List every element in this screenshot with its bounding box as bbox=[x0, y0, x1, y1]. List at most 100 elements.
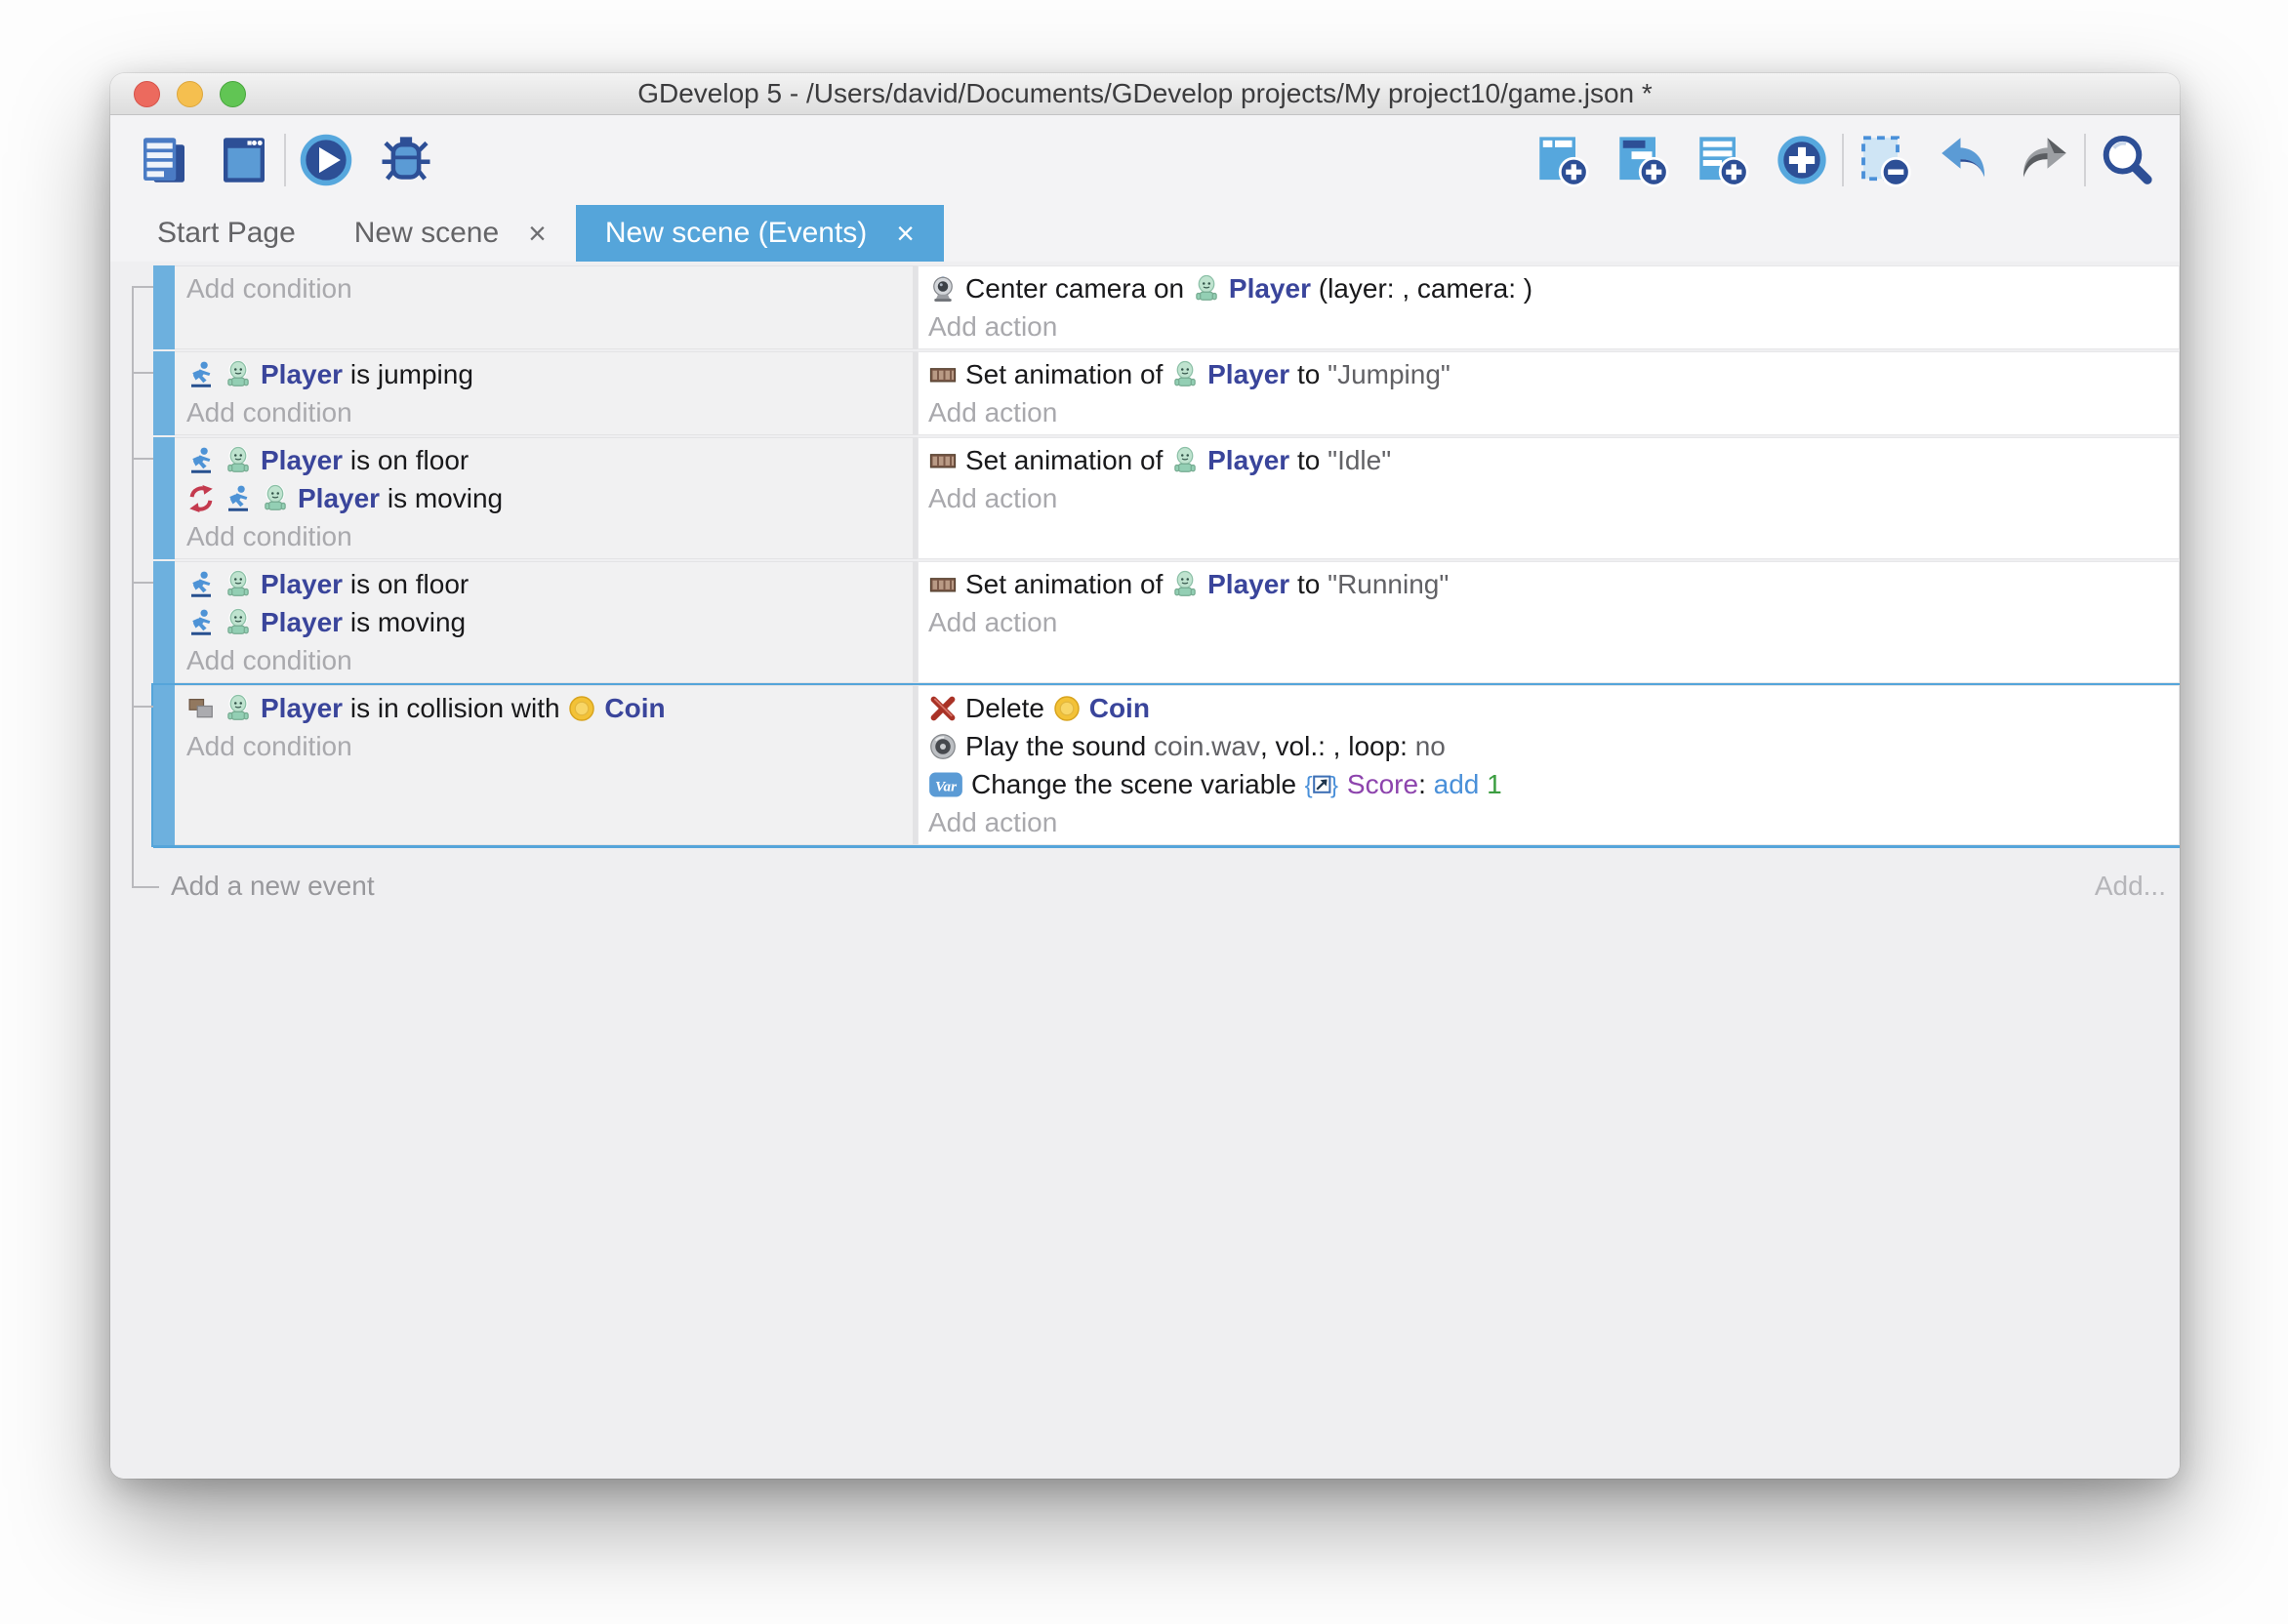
event-row[interactable]: Player is on floorPlayer is movingAdd co… bbox=[153, 561, 2180, 683]
instruction-text: to bbox=[1289, 565, 1328, 603]
instruction-text: Player bbox=[261, 689, 343, 727]
add-comment-button[interactable] bbox=[1694, 132, 1750, 188]
condition-line[interactable]: Player is on floor bbox=[186, 565, 905, 603]
player-icon bbox=[1170, 446, 1200, 475]
add-condition-button[interactable]: Add condition bbox=[186, 393, 905, 431]
action-line[interactable]: Center camera on Player (layer: , camera… bbox=[928, 269, 2171, 307]
undo-button[interactable] bbox=[1936, 132, 1992, 188]
add-condition-button[interactable]: Add condition bbox=[186, 727, 905, 765]
action-line[interactable]: VarChange the scene variable {}Score: ad… bbox=[928, 765, 2171, 803]
event-tree-line bbox=[132, 706, 153, 708]
preview-play-button[interactable] bbox=[298, 132, 354, 188]
instruction-text: Change the scene variable bbox=[971, 765, 1304, 803]
instruction-text: coin.wav bbox=[1154, 727, 1260, 765]
add-new-event-button[interactable]: Add a new event bbox=[171, 871, 375, 902]
collision-icon bbox=[186, 694, 216, 723]
toolbar-group bbox=[1856, 132, 2072, 188]
add-sub-event-button[interactable] bbox=[1614, 132, 1670, 188]
toolbar-group bbox=[1533, 132, 1830, 188]
player-icon bbox=[224, 570, 253, 599]
instruction-text: (layer: , camera: ) bbox=[1311, 269, 1532, 307]
action-line[interactable]: Set animation of Player to "Jumping" bbox=[928, 355, 2171, 393]
window-title: GDevelop 5 - /Users/david/Documents/GDev… bbox=[110, 78, 2180, 109]
action-line[interactable]: Delete Coin bbox=[928, 689, 2171, 727]
instruction-text: Set animation of bbox=[965, 441, 1170, 479]
instruction-text: Player bbox=[261, 565, 343, 603]
event-row[interactable]: Player is in collision with CoinAdd cond… bbox=[153, 685, 2180, 845]
event-drag-handle[interactable] bbox=[153, 437, 175, 559]
instruction-text: add bbox=[1434, 765, 1488, 803]
player-icon bbox=[1170, 360, 1200, 389]
event-row[interactable]: Player is jumpingAdd condition Set animat… bbox=[153, 351, 2180, 435]
player-icon bbox=[224, 446, 253, 475]
condition-line[interactable]: Player is jumping bbox=[186, 355, 905, 393]
coin-icon bbox=[1052, 694, 1082, 723]
add-action-button[interactable]: Add action bbox=[928, 479, 2171, 517]
add-condition-button[interactable]: Add condition bbox=[186, 641, 905, 679]
player-icon bbox=[1192, 274, 1221, 304]
add-event-button[interactable] bbox=[1533, 132, 1590, 188]
instruction-text: Player bbox=[261, 603, 343, 641]
event-row[interactable]: Add condition Center camera on Player (la… bbox=[153, 265, 2180, 349]
instruction-text: is on floor bbox=[343, 565, 469, 603]
condition-line[interactable]: Player is moving bbox=[186, 479, 905, 517]
add-action-button[interactable]: Add action bbox=[928, 803, 2171, 841]
event-drag-handle[interactable] bbox=[153, 561, 175, 683]
condition-line[interactable]: Player is on floor bbox=[186, 441, 905, 479]
player-icon bbox=[261, 484, 290, 513]
instruction-text: to bbox=[1289, 355, 1328, 393]
action-line[interactable]: Play the sound coin.wav, vol.: , loop: n… bbox=[928, 727, 2171, 765]
add-action-button[interactable]: Add action bbox=[928, 393, 2171, 431]
add-action-button[interactable]: Add action bbox=[928, 307, 2171, 345]
title-bar: GDevelop 5 - /Users/david/Documents/GDev… bbox=[110, 73, 2180, 115]
instruction-text: is in collision with bbox=[343, 689, 567, 727]
main-toolbar bbox=[110, 115, 2180, 205]
action-line[interactable]: Set animation of Player to "Running" bbox=[928, 565, 2171, 603]
scene-variable-icon: {} bbox=[1304, 770, 1339, 799]
conditions-cell: Player is in collision with CoinAdd cond… bbox=[175, 685, 914, 845]
add-action-button[interactable]: Add action bbox=[928, 603, 2171, 641]
instruction-text: Set animation of bbox=[965, 565, 1170, 603]
delete-icon bbox=[928, 694, 958, 723]
instruction-text: Player bbox=[261, 355, 343, 393]
add-condition-button[interactable]: Add condition bbox=[186, 269, 905, 307]
conditions-cell: Player is on floorPlayer is movingAdd co… bbox=[175, 437, 914, 559]
instruction-text: Player bbox=[298, 479, 380, 517]
add-condition-button[interactable]: Add condition bbox=[186, 517, 905, 555]
action-line[interactable]: Set animation of Player to "Idle" bbox=[928, 441, 2171, 479]
project-manager-button[interactable] bbox=[136, 132, 192, 188]
add-more-button[interactable]: Add... bbox=[2095, 871, 2166, 902]
toolbar-group bbox=[136, 132, 272, 188]
toolbar-separator bbox=[2084, 134, 2086, 186]
instruction-text: "Idle" bbox=[1328, 441, 1391, 479]
search-button[interactable] bbox=[2098, 132, 2154, 188]
tab-close-icon[interactable]: × bbox=[528, 218, 547, 249]
instruction-text: is on floor bbox=[343, 441, 469, 479]
event-drag-handle[interactable] bbox=[153, 685, 175, 845]
redo-button[interactable] bbox=[2016, 132, 2072, 188]
player-icon bbox=[1170, 570, 1200, 599]
tab-new-scene-events-[interactable]: New scene (Events) × bbox=[576, 205, 944, 262]
delete-selection-button[interactable] bbox=[1856, 132, 1912, 188]
instruction-text: is jumping bbox=[343, 355, 473, 393]
instruction-text: "Running" bbox=[1328, 565, 1449, 603]
scene-editor-button[interactable] bbox=[216, 132, 272, 188]
condition-line[interactable]: Player is in collision with Coin bbox=[186, 689, 905, 727]
condition-line[interactable]: Player is moving bbox=[186, 603, 905, 641]
event-row[interactable]: Player is on floorPlayer is movingAdd co… bbox=[153, 437, 2180, 559]
player-icon bbox=[224, 608, 253, 637]
event-drag-handle[interactable] bbox=[153, 351, 175, 435]
tab-bar: Start PageNew scene× New scene (Events) × bbox=[110, 205, 2180, 262]
tab-label: New scene (Events) bbox=[605, 217, 867, 250]
desktop-background: GDevelop 5 - /Users/david/Documents/GDev… bbox=[0, 0, 2288, 1624]
tab-start-page[interactable]: Start Page bbox=[128, 205, 325, 262]
event-drag-handle[interactable] bbox=[153, 265, 175, 349]
tab-close-icon[interactable]: × bbox=[896, 218, 915, 249]
debug-button[interactable] bbox=[378, 132, 434, 188]
instruction-text: is moving bbox=[380, 479, 503, 517]
instruction-text: no bbox=[1415, 727, 1446, 765]
instruction-text: Center camera on bbox=[965, 269, 1192, 307]
tab-new-scene[interactable]: New scene× bbox=[325, 205, 576, 262]
conditions-cell: Add condition bbox=[175, 265, 914, 349]
add-something-button[interactable] bbox=[1774, 132, 1830, 188]
